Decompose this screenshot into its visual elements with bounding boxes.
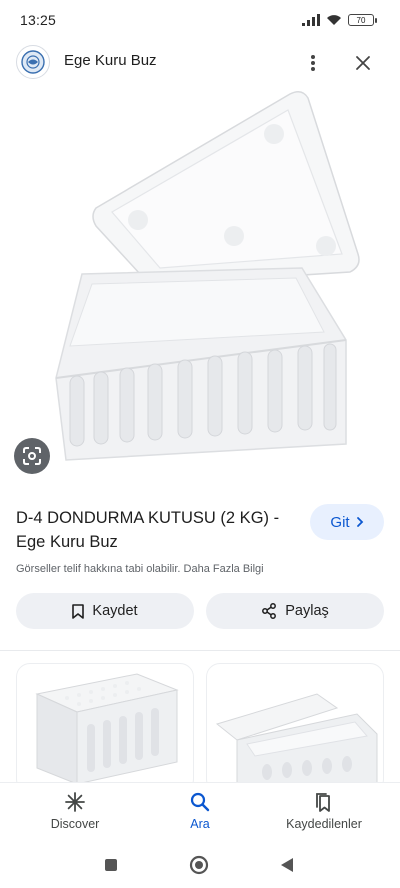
status-bar: 13:25 70 <box>0 0 400 40</box>
nav-search[interactable]: Ara <box>165 791 235 831</box>
result-title[interactable]: D-4 DONDURMA KUTUSU (2 KG) - Ege Kuru Bu… <box>16 506 301 554</box>
battery-level: 70 <box>356 15 366 25</box>
lens-icon <box>23 447 41 465</box>
related-box-open-illustration <box>215 693 378 791</box>
triangle-back-icon <box>281 858 293 872</box>
asterisk-icon <box>65 792 85 812</box>
nav-saved-label: Kaydedilenler <box>286 817 362 831</box>
nav-search-label: Ara <box>190 817 210 831</box>
bookmark-icon <box>72 603 85 619</box>
circle-icon <box>189 855 209 875</box>
related-image-1[interactable] <box>16 663 194 793</box>
copyright-notice[interactable]: Görseller telif hakkına tabi olabilir. D… <box>16 563 264 575</box>
site-name[interactable]: Ege Kuru Buz <box>64 52 157 69</box>
styrofoam-box-illustration <box>55 91 360 461</box>
product-image[interactable] <box>0 88 400 488</box>
wifi-icon <box>327 15 341 25</box>
top-bar: Ege Kuru Buz <box>0 40 400 84</box>
more-vert-icon <box>311 55 315 71</box>
share-button[interactable]: Paylaş <box>206 593 384 629</box>
go-label: Git <box>330 513 350 531</box>
more-options-button[interactable] <box>298 48 328 78</box>
nav-discover[interactable]: Discover <box>40 791 110 831</box>
box-body <box>55 267 347 461</box>
close-button[interactable] <box>348 48 378 78</box>
go-button[interactable]: Git <box>310 504 384 540</box>
site-logo[interactable] <box>16 45 50 79</box>
recents-button[interactable] <box>100 854 122 876</box>
system-navigation-bar <box>0 842 400 888</box>
status-icons: 70 <box>302 14 377 26</box>
section-divider <box>0 650 400 651</box>
signal-icon <box>302 14 320 26</box>
battery-icon: 70 <box>348 14 377 26</box>
chevron-right-icon <box>356 517 363 527</box>
bottom-navigation: Discover Ara Kaydedilenler <box>0 782 400 842</box>
related-box-illustration <box>35 673 179 785</box>
status-time: 13:25 <box>20 12 57 28</box>
home-button[interactable] <box>188 854 210 876</box>
logo-emblem-icon <box>21 50 45 74</box>
share-icon <box>262 603 277 619</box>
close-icon <box>356 56 370 70</box>
search-icon <box>190 792 210 812</box>
related-image-2[interactable] <box>206 663 384 793</box>
share-label: Paylaş <box>285 603 329 619</box>
back-button[interactable] <box>276 854 298 876</box>
bookmarks-icon <box>316 793 330 812</box>
nav-discover-label: Discover <box>50 817 100 831</box>
box-lid <box>92 91 360 285</box>
save-button[interactable]: Kaydet <box>16 593 194 629</box>
square-icon <box>105 859 117 871</box>
nav-saved[interactable]: Kaydedilenler <box>272 791 376 831</box>
lens-search-button[interactable] <box>14 438 50 474</box>
save-label: Kaydet <box>92 603 138 619</box>
